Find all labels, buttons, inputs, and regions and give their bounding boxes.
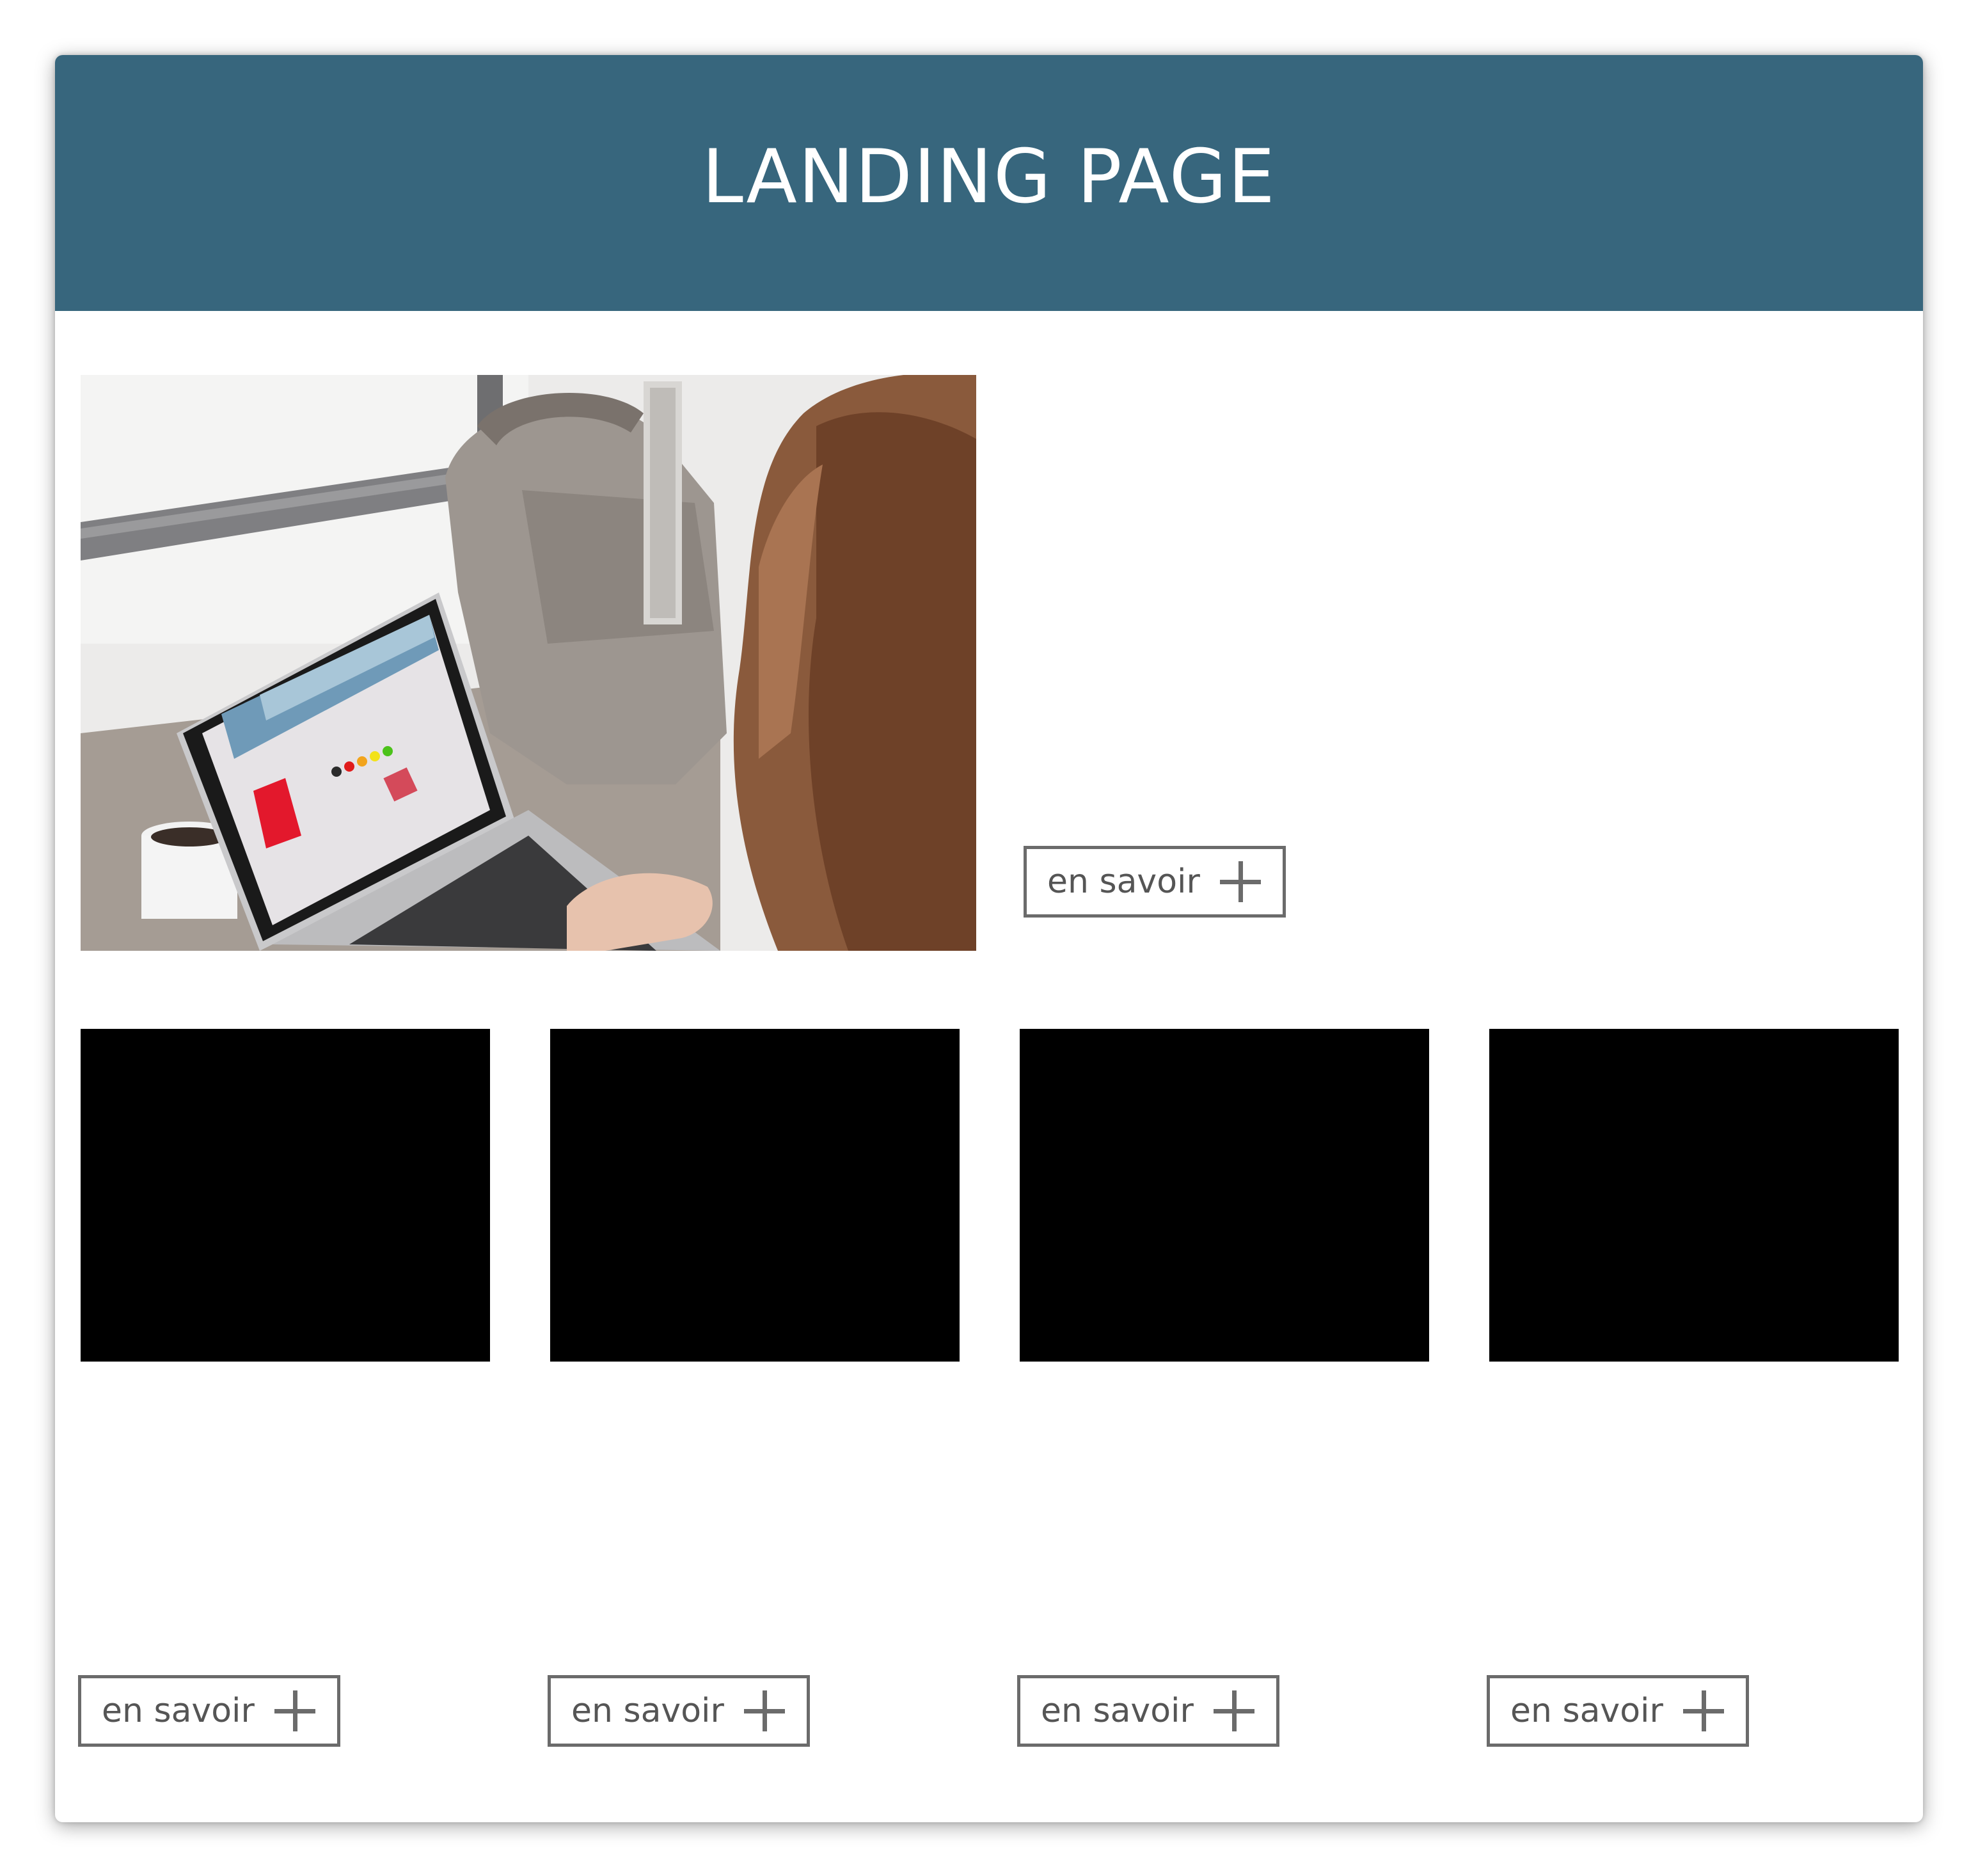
more-button-label: en savoir (1510, 1692, 1663, 1730)
plus-icon (274, 1690, 315, 1731)
plus-icon (744, 1690, 785, 1731)
header-bar: LANDING PAGE (55, 55, 1923, 311)
card-image-placeholder (550, 1029, 960, 1362)
hero-image (81, 375, 976, 951)
more-button-label: en savoir (102, 1692, 255, 1730)
more-button-label: en savoir (1047, 862, 1200, 901)
photo-woman-laptop-icon (81, 375, 976, 951)
landing-page-card: LANDING PAGE en savoir en savoir en savo… (55, 55, 1923, 1822)
page-title: LANDING PAGE (702, 133, 1276, 220)
plus-icon (1214, 1690, 1254, 1731)
card-image-placeholder (81, 1029, 490, 1362)
card-more-button[interactable]: en savoir (1017, 1675, 1279, 1747)
plus-icon (1683, 1690, 1724, 1731)
card-more-button[interactable]: en savoir (1487, 1675, 1749, 1747)
card-more-button[interactable]: en savoir (548, 1675, 810, 1747)
more-button-label: en savoir (1041, 1692, 1194, 1730)
hero-more-button[interactable]: en savoir (1024, 846, 1286, 918)
plus-icon (1220, 861, 1261, 902)
more-button-label: en savoir (571, 1692, 724, 1730)
card-image-placeholder (1020, 1029, 1429, 1362)
card-more-button[interactable]: en savoir (78, 1675, 340, 1747)
card-image-placeholder (1489, 1029, 1899, 1362)
